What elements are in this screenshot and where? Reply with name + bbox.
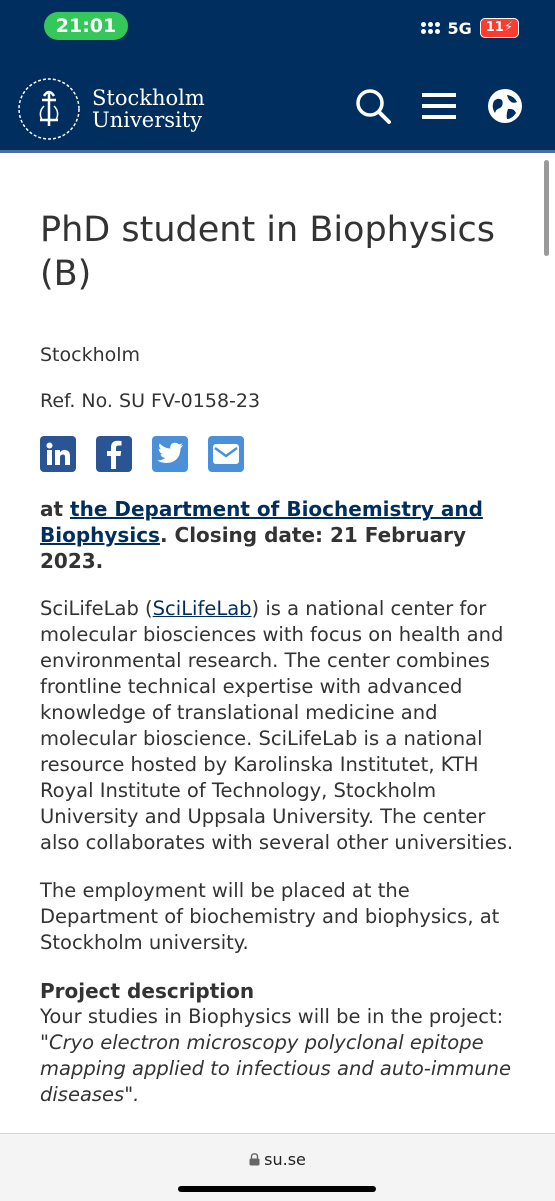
browser-bar: su.se <box>0 1133 555 1201</box>
logo-line-1: Stockholm <box>92 86 205 110</box>
page-scrollbar[interactable] <box>544 160 549 256</box>
search-icon[interactable] <box>353 86 393 126</box>
battery-indicator: 11⚡ <box>479 18 519 38</box>
email-icon[interactable] <box>208 436 244 472</box>
p3-pre: Your studies in Biophysics will be in th… <box>40 1005 504 1028</box>
page-title: PhD student in Biophysics (B) <box>40 210 496 294</box>
main-content: PhD student in Biophysics (B) Stockholm … <box>40 158 520 1108</box>
scilifelab-link[interactable]: SciLifeLab <box>153 597 252 620</box>
share-links <box>40 436 520 472</box>
facebook-icon[interactable] <box>96 436 132 472</box>
menu-icon[interactable] <box>419 86 459 126</box>
employment-paragraph: The employment will be placed at the Dep… <box>40 879 500 954</box>
logo-line-2: University <box>92 108 203 132</box>
project-paragraph: Your studies in Biophysics will be in th… <box>40 1004 520 1108</box>
globe-icon[interactable] <box>485 86 525 126</box>
job-location: Stockholm <box>40 344 141 366</box>
signal-icon <box>420 22 440 34</box>
url-text: su.se <box>264 1150 306 1169</box>
intro-paragraph: SciLifeLab (SciLifeLab) is a national ce… <box>40 596 520 856</box>
lock-icon <box>249 1153 260 1166</box>
battery-level: 11 <box>485 20 504 35</box>
lead-prefix: at <box>40 497 71 521</box>
status-indicators: 5G 11⚡ <box>420 18 519 38</box>
project-title: "Cryo electron microscopy polyclonal epi… <box>40 1031 511 1106</box>
job-lead: at the Department of Biochemistry and Bi… <box>40 496 520 574</box>
address-bar[interactable]: su.se <box>0 1150 555 1169</box>
p1-post: ) is a national center for molecular bio… <box>40 597 514 854</box>
linkedin-icon[interactable] <box>40 436 76 472</box>
section-heading: Project description <box>40 979 255 1003</box>
university-logo[interactable]: Stockholm University <box>14 74 205 144</box>
network-type: 5G <box>447 18 472 38</box>
home-indicator[interactable] <box>178 1186 376 1192</box>
twitter-icon[interactable] <box>152 436 188 472</box>
p1-pre: SciLifeLab ( <box>40 597 153 620</box>
reference-number: Ref. No. SU FV-0158-23 <box>40 390 261 412</box>
status-time: 21:01 <box>44 12 128 40</box>
site-header: 21:01 5G 11⚡ Stockholm University <box>0 0 555 153</box>
header-nav <box>353 86 525 126</box>
seal-icon <box>18 78 80 140</box>
